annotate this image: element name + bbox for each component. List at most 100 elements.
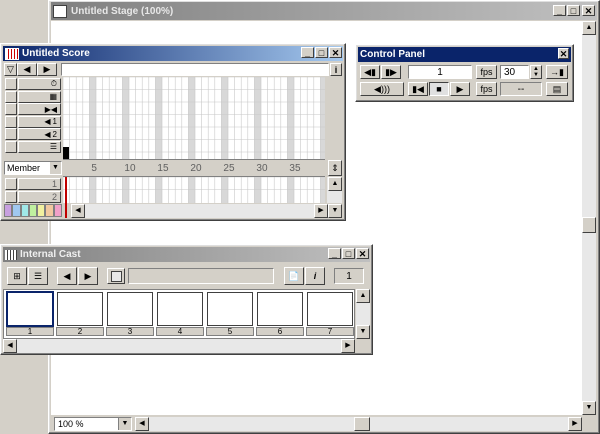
channel-label[interactable]: ◀ 2 (18, 128, 61, 140)
stage-scroll-thumb[interactable] (582, 217, 596, 233)
channel-toggle[interactable] (5, 115, 17, 128)
stage-maximize-button[interactable]: □ (567, 5, 580, 16)
sprite-channel-label[interactable]: 2 (18, 191, 61, 203)
color-chip[interactable] (53, 204, 62, 217)
loop-playback-button[interactable]: →▮ (546, 65, 568, 79)
cast-member-cell[interactable]: 1 (6, 291, 54, 337)
color-chip[interactable] (4, 204, 13, 217)
channel-toggle[interactable] (5, 140, 17, 153)
cast-member-cell[interactable]: 6 (256, 291, 304, 337)
cast-next-member-button[interactable]: ▶ (78, 267, 98, 285)
channel-label[interactable]: ▶◀ (18, 103, 61, 115)
cast-member-cell[interactable]: 7 (306, 291, 354, 337)
score-frame-grid[interactable] (63, 77, 325, 203)
score-scroll-up-button[interactable]: ▲ (328, 177, 342, 191)
cast-thumbnail-view-button[interactable]: ⊞ (7, 267, 27, 285)
fps-mode-button[interactable]: fps (476, 65, 497, 79)
channel-toggle[interactable] (5, 128, 17, 140)
stage-titlebar[interactable]: Untitled Stage (100%) _ □ ✕ (51, 2, 597, 20)
color-chip[interactable] (20, 204, 29, 217)
control-panel-titlebar[interactable]: Control Panel ✕ (358, 47, 571, 62)
grid-column-marker (188, 77, 195, 203)
step-forward-button[interactable]: ▮▶ (381, 65, 401, 79)
score-hscrollbar[interactable] (85, 204, 314, 218)
score-scroll-right-button[interactable]: ▶ (314, 204, 328, 218)
cast-hscrollbar[interactable] (17, 339, 341, 353)
score-prev-marker-button[interactable]: ◀ (17, 63, 37, 76)
grid-column-marker (254, 77, 261, 203)
cast-drag-member-button[interactable] (107, 268, 125, 284)
rewind-button[interactable]: ▮◀ (408, 82, 428, 96)
step-backward-button[interactable]: ◀▮ (360, 65, 380, 79)
cast-scroll-up-button[interactable]: ▲ (356, 289, 370, 303)
color-chip[interactable] (45, 204, 54, 217)
sprite-channel-toggle[interactable] (5, 191, 17, 203)
channel-toggle[interactable] (5, 90, 17, 103)
actual-fps-mode-button[interactable]: fps (476, 82, 497, 96)
cast-scroll-down-button[interactable]: ▼ (356, 325, 370, 339)
cast-member-cell[interactable]: 5 (206, 291, 254, 337)
sprite-channel-label[interactable]: 1 (18, 178, 61, 190)
score-zoom-button[interactable]: ⇕ (328, 160, 342, 176)
channel-toggle[interactable] (5, 103, 17, 115)
channel-label[interactable]: ☰ (18, 140, 61, 153)
score-close-button[interactable]: ✕ (329, 47, 342, 58)
cast-titlebar[interactable]: Internal Cast _ □ ✕ (3, 247, 370, 262)
cast-scroll-left-button[interactable]: ◀ (3, 339, 17, 353)
cast-member-cell[interactable]: 2 (56, 291, 104, 337)
cast-member-cell[interactable]: 4 (156, 291, 204, 337)
stage-zoom-select[interactable]: 100 % ▼ (54, 417, 132, 431)
cast-scroll-right-button[interactable]: ▶ (341, 339, 355, 353)
cast-member-script-button[interactable]: 📄 (284, 267, 304, 285)
channel-label[interactable]: ◀ 1 (18, 115, 61, 128)
score-color-chips[interactable] (4, 204, 62, 217)
selected-frames-only-button[interactable]: ▤ (546, 82, 568, 96)
tempo-value: 30 (504, 66, 516, 78)
stop-button[interactable]: ■ (429, 82, 449, 96)
score-sprite-display-select[interactable]: Member ▼ (4, 161, 62, 175)
score-marker-field[interactable] (61, 63, 329, 76)
stage-minimize-button[interactable]: _ (553, 5, 566, 16)
score-minimize-button[interactable]: _ (301, 47, 314, 58)
score-next-marker-button[interactable]: ▶ (37, 63, 57, 76)
cast-member-name-field[interactable] (128, 268, 274, 284)
chevron-down-icon[interactable]: ▼ (118, 418, 131, 430)
stage-scroll-right-button[interactable]: ▶ (568, 417, 582, 431)
chevron-down-icon[interactable]: ▼ (50, 162, 61, 174)
score-window: Untitled Score _ □ ✕ ▽ ◀ ▶ i Member ▼ ⇕ … (0, 43, 346, 221)
grid-column-marker (122, 77, 129, 203)
tempo-field[interactable]: 30 (500, 65, 529, 79)
stage-hscroll-thumb[interactable] (354, 417, 370, 431)
channel-toggle[interactable] (5, 78, 17, 90)
stage-scroll-left-button[interactable]: ◀ (135, 417, 149, 431)
stage-scroll-up-button[interactable]: ▲ (582, 21, 596, 35)
channel-label[interactable]: ⏱ (18, 78, 61, 90)
cast-list-view-button[interactable]: ☰ (28, 267, 48, 285)
cast-prev-member-button[interactable]: ◀ (57, 267, 77, 285)
frame-counter-field[interactable]: 1 (408, 65, 472, 79)
volume-button[interactable]: ◀))) (360, 82, 404, 96)
cast-minimize-button[interactable]: _ (328, 248, 341, 259)
tempo-stepper[interactable]: ▲ ▼ (530, 65, 542, 79)
score-scroll-left-button[interactable]: ◀ (71, 204, 85, 218)
color-chip[interactable] (12, 204, 21, 217)
control-panel-close-button[interactable]: ✕ (558, 48, 569, 59)
channel-label[interactable]: ▦ (18, 90, 61, 103)
score-scroll-down-button[interactable]: ▼ (328, 204, 342, 218)
score-maximize-button[interactable]: □ (315, 47, 328, 58)
stage-scroll-down-button[interactable]: ▼ (582, 401, 596, 415)
score-hide-button[interactable]: ▽ (4, 63, 17, 76)
color-chip[interactable] (37, 204, 46, 217)
play-button[interactable]: ▶ (450, 82, 470, 96)
stage-close-button[interactable]: ✕ (582, 5, 595, 16)
sprite-channel-toggle[interactable] (5, 178, 17, 190)
cast-member-cell[interactable]: 3 (106, 291, 154, 337)
stage-title: Untitled Stage (100%) (71, 5, 174, 17)
cast-member-info-button[interactable]: i (305, 267, 325, 285)
score-playhead[interactable] (63, 147, 69, 159)
cast-maximize-button[interactable]: □ (342, 248, 355, 259)
cast-close-button[interactable]: ✕ (356, 248, 369, 259)
score-info-button[interactable]: i (330, 63, 342, 76)
color-chip[interactable] (28, 204, 38, 217)
score-titlebar[interactable]: Untitled Score _ □ ✕ (3, 46, 343, 61)
